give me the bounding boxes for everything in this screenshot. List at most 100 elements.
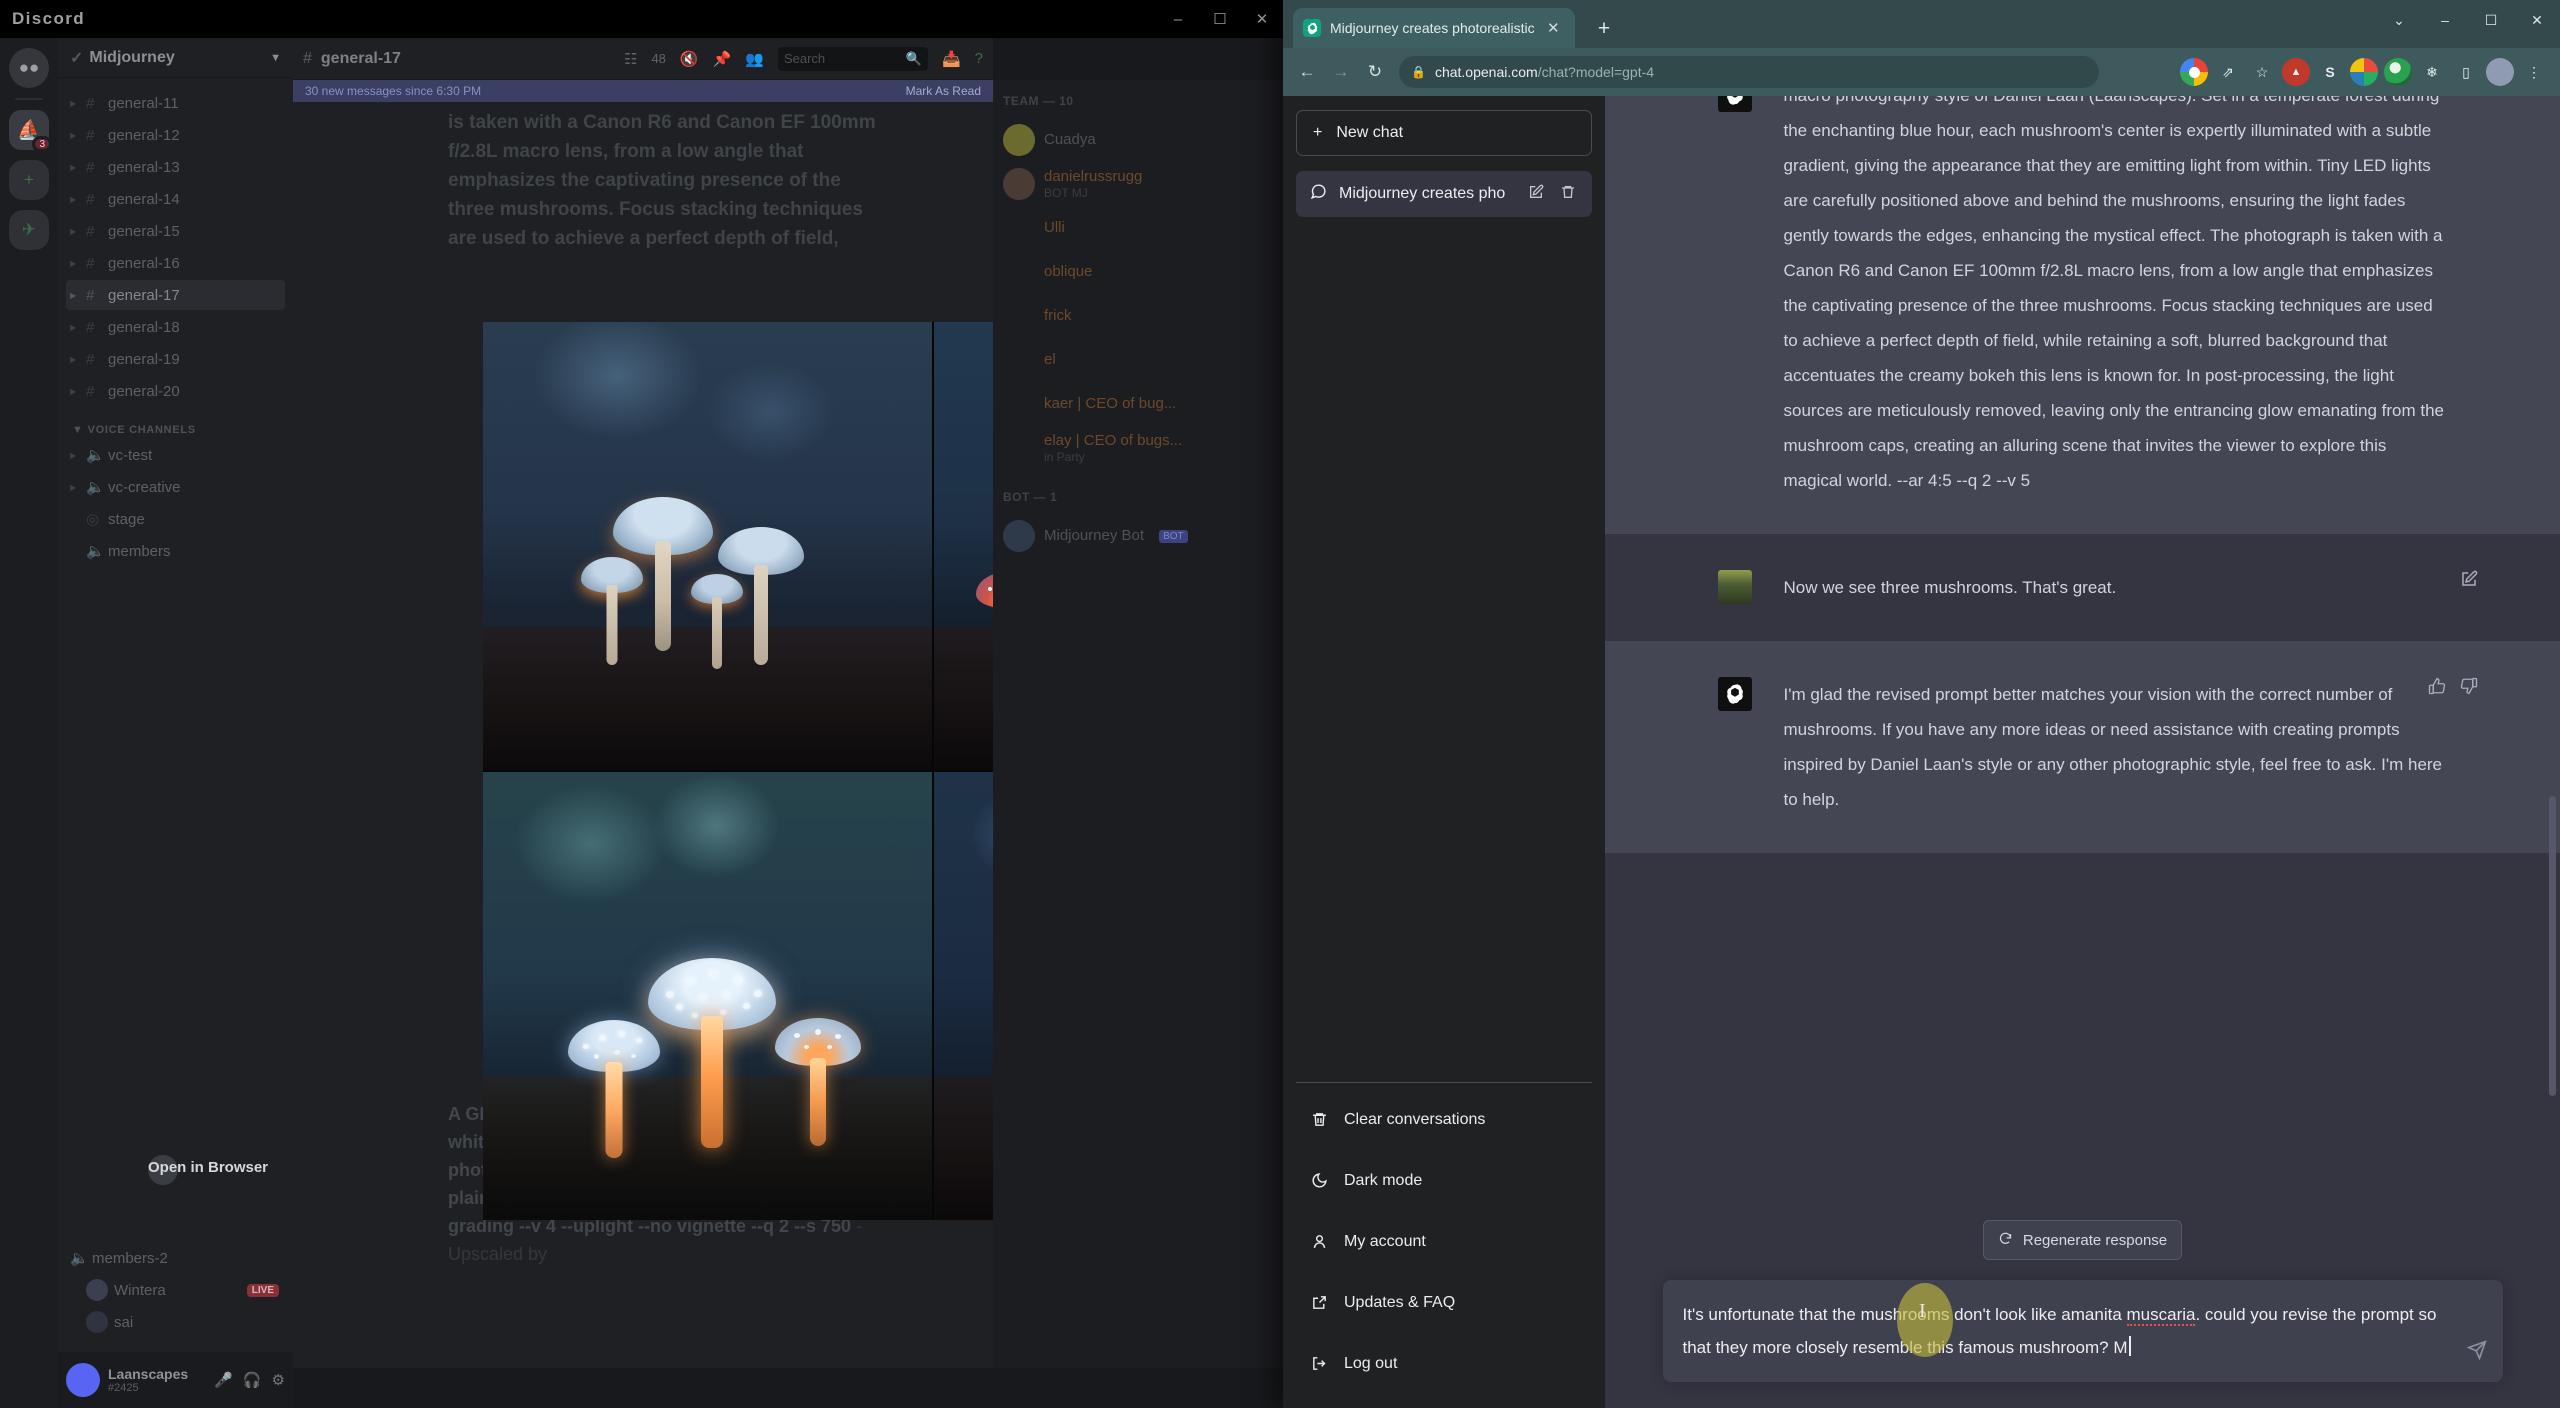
midjourney-image-4[interactable]: [934, 772, 993, 1220]
discord-member-item[interactable]: kaer | CEO of bug...: [1003, 382, 1273, 426]
close-icon[interactable]: ✕: [1547, 19, 1560, 37]
chrome-menu-icon[interactable]: ⋮: [2520, 58, 2548, 86]
open-in-browser-label[interactable]: Open in Browser: [148, 1159, 268, 1176]
address-bar[interactable]: 🔒 chat.openai.com/chat?model=gpt-4: [1399, 56, 2099, 88]
chrome-maximize-button[interactable]: ☐: [2468, 0, 2514, 40]
discord-member-name: elay | CEO of bugs...: [1044, 432, 1183, 450]
discord-maximize-button[interactable]: ☐: [1199, 0, 1241, 38]
discord-add-server-icon[interactable]: +: [9, 160, 49, 200]
discord-close-button[interactable]: ✕: [1241, 0, 1283, 38]
discord-member-item[interactable]: el: [1003, 338, 1273, 382]
extension-colorwheel-icon[interactable]: [2350, 58, 2378, 86]
bookmark-star-icon[interactable]: ☆: [2248, 58, 2276, 86]
discord-channel-item[interactable]: ▶ # general-12: [66, 120, 285, 150]
discord-channel-item[interactable]: ▶ # general-11: [66, 88, 285, 118]
discord-channel-item[interactable]: ▶ # general-16: [66, 248, 285, 278]
discord-channel-item[interactable]: ▶ # general-15: [66, 216, 285, 246]
extension-green-icon[interactable]: [2384, 58, 2412, 86]
midjourney-image-1[interactable]: [483, 322, 932, 770]
reload-button[interactable]: ↻: [1359, 56, 1391, 88]
message-input-wrapper[interactable]: It's unfortunate that the mushrooms don'…: [1662, 1280, 2503, 1382]
notification-off-icon[interactable]: 🔇: [680, 50, 699, 68]
discord-channel-item[interactable]: ▶ # general-13: [66, 152, 285, 182]
discord-member-item[interactable]: danielrussrugg BOT MJ: [1003, 162, 1273, 206]
send-button[interactable]: [2465, 1340, 2487, 1366]
discord-channel-item[interactable]: ▶ # general-20: [66, 376, 285, 406]
chrome-minimize-button[interactable]: –: [2422, 0, 2468, 40]
gear-icon[interactable]: ⚙: [272, 1371, 285, 1389]
my-account-button[interactable]: My account: [1296, 1211, 1592, 1272]
inbox-icon[interactable]: 📥: [942, 50, 961, 68]
discord-mark-as-read-button[interactable]: Mark As Read: [906, 84, 981, 98]
thumbs-up-icon[interactable]: [2428, 677, 2446, 700]
avatar[interactable]: [66, 1363, 100, 1397]
discord-channel-item[interactable]: ▶ # general-18: [66, 312, 285, 342]
thumbs-down-icon[interactable]: [2460, 677, 2478, 700]
discord-member-item-bot[interactable]: Midjourney Bot BOT: [1003, 514, 1273, 558]
discord-voice-channel-item[interactable]: ▶ 🔈 vc-creative: [66, 472, 285, 502]
hash-icon: #: [86, 350, 95, 368]
discord-channel-item[interactable]: ▶ # general-19: [66, 344, 285, 374]
discord-guild-header[interactable]: ✓ Midjourney ▼: [58, 38, 293, 78]
discord-server-midjourney-icon[interactable]: ⛵ 3: [9, 110, 52, 152]
clear-conversations-button[interactable]: Clear conversations: [1296, 1089, 1592, 1150]
extension-red-icon[interactable]: ▲: [2282, 58, 2310, 86]
back-button[interactable]: ←: [1291, 56, 1323, 88]
threads-icon[interactable]: ☷: [624, 50, 637, 68]
discord-channel-item[interactable]: ▶ # general-14: [66, 184, 285, 214]
hash-icon: #: [86, 126, 95, 144]
discord-new-messages-banner[interactable]: 30 new messages since 6:30 PM Mark As Re…: [293, 80, 993, 102]
regenerate-response-button[interactable]: Regenerate response: [1982, 1220, 2183, 1260]
discord-voice-channel-item[interactable]: ▶ 🔈 vc-test: [66, 440, 285, 470]
midjourney-image-3[interactable]: [483, 772, 932, 1220]
pin-icon[interactable]: 📌: [713, 50, 732, 68]
discord-member-item[interactable]: Ulli: [1003, 206, 1273, 250]
discord-members-channel-item[interactable]: 🔈 members: [66, 536, 285, 566]
discord-stage-channel-item[interactable]: ◎ stage: [66, 504, 285, 534]
dark-mode-button[interactable]: Dark mode: [1296, 1150, 1592, 1211]
discord-channel-item-selected[interactable]: ▶ # general-17: [66, 280, 285, 310]
discord-minimize-button[interactable]: –: [1157, 0, 1199, 38]
discord-search-box[interactable]: Search 🔍: [777, 46, 928, 71]
discord-home-icon[interactable]: ●●: [9, 48, 49, 88]
google-icon[interactable]: [2180, 58, 2208, 86]
chevron-right-icon: ▶: [70, 226, 77, 236]
profile-avatar-icon[interactable]: [2486, 58, 2514, 86]
discord-member-item[interactable]: Cuadya: [1003, 118, 1273, 162]
help-icon[interactable]: ?: [975, 50, 983, 67]
lock-icon[interactable]: 🔒: [1411, 65, 1426, 79]
microphone-icon[interactable]: 🎤: [214, 1371, 233, 1389]
discord-member-item[interactable]: elay | CEO of bugs... in Party: [1003, 426, 1273, 470]
discord-voice-member[interactable]: sai: [66, 1307, 285, 1337]
discord-explore-servers-icon[interactable]: ✈: [9, 210, 49, 250]
message-input[interactable]: It's unfortunate that the mushrooms don'…: [1683, 1298, 2483, 1364]
midjourney-image-grid[interactable]: [483, 322, 993, 1220]
scrollbar-thumb[interactable]: [2549, 796, 2556, 1096]
edit-icon[interactable]: [2460, 570, 2478, 593]
extensions-puzzle-icon[interactable]: ❄: [2418, 58, 2446, 86]
share-icon[interactable]: ⇗: [2214, 58, 2242, 86]
discord-voice-category[interactable]: ▼ VOICE CHANNELS: [66, 408, 285, 440]
log-out-button[interactable]: Log out: [1296, 1333, 1592, 1394]
conversation-item-active[interactable]: Midjourney creates pho: [1296, 171, 1592, 217]
sidepanel-icon[interactable]: ▯: [2452, 58, 2480, 86]
discord-member-item[interactable]: frick: [1003, 294, 1273, 338]
chrome-tab-search-icon[interactable]: ⌄: [2376, 0, 2422, 40]
headphones-icon[interactable]: 🎧: [243, 1371, 262, 1389]
discord-members2-channel[interactable]: 🔈 members-2: [66, 1243, 285, 1273]
discord-voice-member[interactable]: Wintera LIVE: [66, 1275, 285, 1305]
chevron-right-icon: ▶: [70, 322, 77, 332]
new-tab-button[interactable]: +: [1589, 14, 1619, 44]
chat-scrollbar[interactable]: [2548, 96, 2558, 1408]
forward-button[interactable]: →: [1325, 56, 1357, 88]
chrome-tab-active[interactable]: Midjourney creates photorealistic ✕: [1293, 8, 1575, 48]
discord-member-item[interactable]: oblique: [1003, 250, 1273, 294]
chrome-close-button[interactable]: ✕: [2514, 0, 2560, 40]
edit-icon[interactable]: [1526, 184, 1546, 204]
member-list-icon[interactable]: 👥: [745, 50, 764, 68]
delete-icon[interactable]: [1558, 184, 1578, 204]
new-chat-button[interactable]: + New chat: [1296, 110, 1592, 156]
updates-faq-button[interactable]: Updates & FAQ: [1296, 1272, 1592, 1333]
extension-s-icon[interactable]: S: [2316, 58, 2344, 86]
midjourney-image-2[interactable]: [934, 322, 993, 770]
